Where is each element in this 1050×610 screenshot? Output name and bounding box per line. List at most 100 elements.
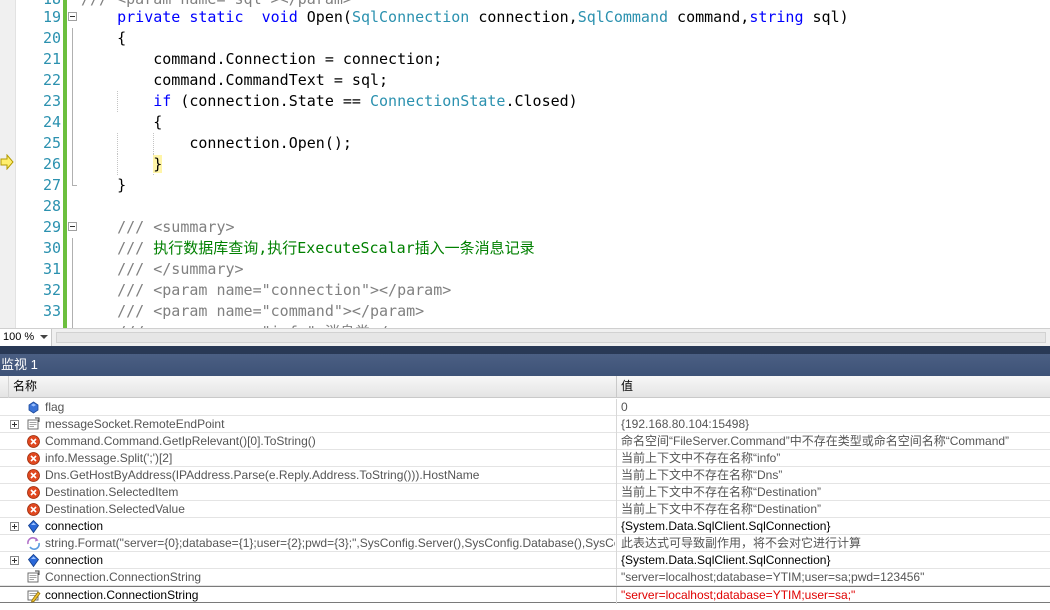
code-text[interactable]: private static void Open(SqlConnection c…: [81, 7, 849, 28]
column-header-value[interactable]: 值: [616, 376, 1050, 398]
code-line[interactable]: 25 connection.Open();: [0, 133, 1050, 154]
line-number: 24: [42, 113, 61, 131]
code-token: ///: [81, 260, 154, 278]
line-number: 23: [42, 92, 61, 110]
watch-column-headers: 名称 值: [0, 376, 1050, 398]
line-number: 19: [42, 8, 61, 26]
current-statement-arrow-icon: [0, 154, 14, 170]
code-token: connection,: [469, 8, 578, 26]
watch-value[interactable]: "server=localhost;database=YTIM;user=sa;…: [616, 569, 1050, 586]
fold-guide: [72, 301, 73, 322]
watch-row[interactable]: Command.Command.GetIpRelevant()[0].ToStr…: [0, 433, 1050, 450]
watch-expression[interactable]: Destination.SelectedValue: [45, 501, 615, 518]
watch-value[interactable]: {System.Data.SqlClient.SqlConnection}: [616, 552, 1050, 569]
code-line[interactable]: 24 {: [0, 112, 1050, 133]
watch-expression[interactable]: connection: [45, 518, 615, 535]
local-icon: [26, 553, 41, 568]
watch-expression[interactable]: info.Message.Split(';')[2]: [45, 450, 615, 467]
watch-value[interactable]: {System.Data.SqlClient.SqlConnection}: [616, 518, 1050, 535]
code-text[interactable]: command.Connection = connection;: [81, 49, 442, 70]
code-text[interactable]: {: [81, 28, 126, 49]
expand-icon[interactable]: [10, 556, 19, 565]
watch-row[interactable]: connection.ConnectionString "server=local…: [0, 586, 1050, 604]
watch-row[interactable]: string.Format("server={0};database={1};u…: [0, 535, 1050, 552]
code-text[interactable]: /// 执行数据库查询,执行ExecuteScalar插入一条消息记录: [81, 238, 535, 259]
code-line[interactable]: 28: [0, 196, 1050, 217]
code-text[interactable]: if (connection.State == ConnectionState.…: [81, 91, 578, 112]
code-line[interactable]: 23 if (connection.State == ConnectionSta…: [0, 91, 1050, 112]
fold-guide: [72, 259, 73, 280]
code-line[interactable]: 22 command.CommandText = sql;: [0, 70, 1050, 91]
fold-guide: [72, 91, 73, 112]
watch-value[interactable]: 0: [616, 399, 1050, 416]
watch-expression[interactable]: Command.Command.GetIpRelevant()[0].ToStr…: [45, 433, 615, 450]
code-line[interactable]: 30 /// 执行数据库查询,执行ExecuteScalar插入一条消息记录: [0, 238, 1050, 259]
watch-expression[interactable]: connection.ConnectionString: [45, 587, 615, 604]
code-editor[interactable]: 18/// <param name="sql"></param>19 priva…: [0, 0, 1050, 328]
watch-expression[interactable]: flag: [45, 399, 615, 416]
watch-value[interactable]: 当前上下文中不存在名称“info”: [616, 450, 1050, 467]
watch-row[interactable]: Destination.SelectedValue 当前上下文中不存在名称“Des…: [0, 501, 1050, 518]
horizontal-scrollbar[interactable]: [56, 332, 1046, 343]
fold-guide: [72, 70, 73, 91]
watch-value[interactable]: 当前上下文中不存在名称“Destination”: [616, 484, 1050, 501]
code-line[interactable]: 20 {: [0, 28, 1050, 49]
watch-row[interactable]: Destination.SelectedItem 当前上下文中不存在名称“Dest…: [0, 484, 1050, 501]
watch-expression[interactable]: connection: [45, 552, 615, 569]
code-line[interactable]: 29 /// <summary>: [0, 217, 1050, 238]
code-line[interactable]: 32 /// <param name="connection"></param>: [0, 280, 1050, 301]
fold-guide: [72, 133, 73, 154]
fold-guide: [72, 280, 73, 301]
watch-value[interactable]: {192.168.80.104:15498}: [616, 416, 1050, 433]
change-indicator: [63, 7, 67, 28]
watch-row[interactable]: connection {System.Data.SqlClient.SqlConn…: [0, 552, 1050, 569]
code-token: <param name="connection"></param>: [153, 281, 452, 299]
watch-value[interactable]: 当前上下文中不存在名称“Dns”: [616, 467, 1050, 484]
watch-value[interactable]: "server=localhost;database=YTIM;user=sa;…: [616, 587, 1050, 604]
change-indicator: [63, 91, 67, 112]
code-line[interactable]: 31 /// </summary>: [0, 259, 1050, 280]
code-text[interactable]: /// <param name="connection"></param>: [81, 280, 451, 301]
watch-row[interactable]: flag 0: [0, 399, 1050, 416]
watch-row[interactable]: connection {System.Data.SqlClient.SqlConn…: [0, 518, 1050, 535]
code-line[interactable]: 33 /// <param name="command"></param>: [0, 301, 1050, 322]
line-number: 31: [42, 260, 61, 278]
column-header-name[interactable]: 名称: [8, 376, 616, 398]
line-number: 21: [42, 50, 61, 68]
code-line[interactable]: 19 private static void Open(SqlConnectio…: [0, 7, 1050, 28]
code-line[interactable]: 27 }: [0, 175, 1050, 196]
code-token: .Closed): [505, 92, 578, 110]
watch-expression[interactable]: messageSocket.RemoteEndPoint: [45, 416, 615, 433]
code-line[interactable]: 26 }: [0, 154, 1050, 175]
watch-expression[interactable]: Connection.ConnectionString: [45, 569, 615, 586]
line-number: 22: [42, 71, 61, 89]
code-text[interactable]: {: [81, 112, 162, 133]
watch-row[interactable]: Dns.GetHostByAddress(IPAddress.Parse(e.R…: [0, 467, 1050, 484]
fold-guide-end: [72, 185, 77, 186]
code-text[interactable]: /// </summary>: [81, 259, 243, 280]
watch-expression[interactable]: Destination.SelectedItem: [45, 484, 615, 501]
code-text[interactable]: command.CommandText = sql;: [81, 70, 388, 91]
expand-icon[interactable]: [10, 522, 19, 531]
panel-splitter[interactable]: [0, 346, 1050, 354]
code-text[interactable]: connection.Open();: [81, 133, 352, 154]
watch-row[interactable]: info.Message.Split(';')[2] 当前上下文中不存在名称“in…: [0, 450, 1050, 467]
expand-icon[interactable]: [10, 420, 19, 429]
code-text[interactable]: /// <summary>: [81, 217, 234, 238]
code-text[interactable]: }: [81, 154, 163, 175]
code-text[interactable]: /// <param name="command"></param>: [81, 301, 424, 322]
zoom-dropdown[interactable]: 100 %: [0, 329, 52, 346]
watch-value[interactable]: 命名空间“FileServer.Command”中不存在类型或命名空间名称“Co…: [616, 433, 1050, 450]
code-line[interactable]: 21 command.Connection = connection;: [0, 49, 1050, 70]
collapse-icon[interactable]: [68, 12, 77, 21]
collapse-icon[interactable]: [68, 222, 77, 231]
code-text[interactable]: }: [81, 175, 126, 196]
line-number: 20: [42, 29, 61, 47]
code-token: 执行数据库查询,执行ExecuteScalar插入一条消息记录: [153, 239, 535, 257]
watch-row[interactable]: messageSocket.RemoteEndPoint {192.168.80.…: [0, 416, 1050, 433]
watch-row[interactable]: Connection.ConnectionString "server=local…: [0, 569, 1050, 586]
watch-value[interactable]: 当前上下文中不存在名称“Destination”: [616, 501, 1050, 518]
watch-expression[interactable]: string.Format("server={0};database={1};u…: [45, 535, 615, 552]
watch-value[interactable]: 此表达式可导致副作用，将不会对它进行计算: [616, 535, 1050, 552]
watch-expression[interactable]: Dns.GetHostByAddress(IPAddress.Parse(e.R…: [45, 467, 615, 484]
